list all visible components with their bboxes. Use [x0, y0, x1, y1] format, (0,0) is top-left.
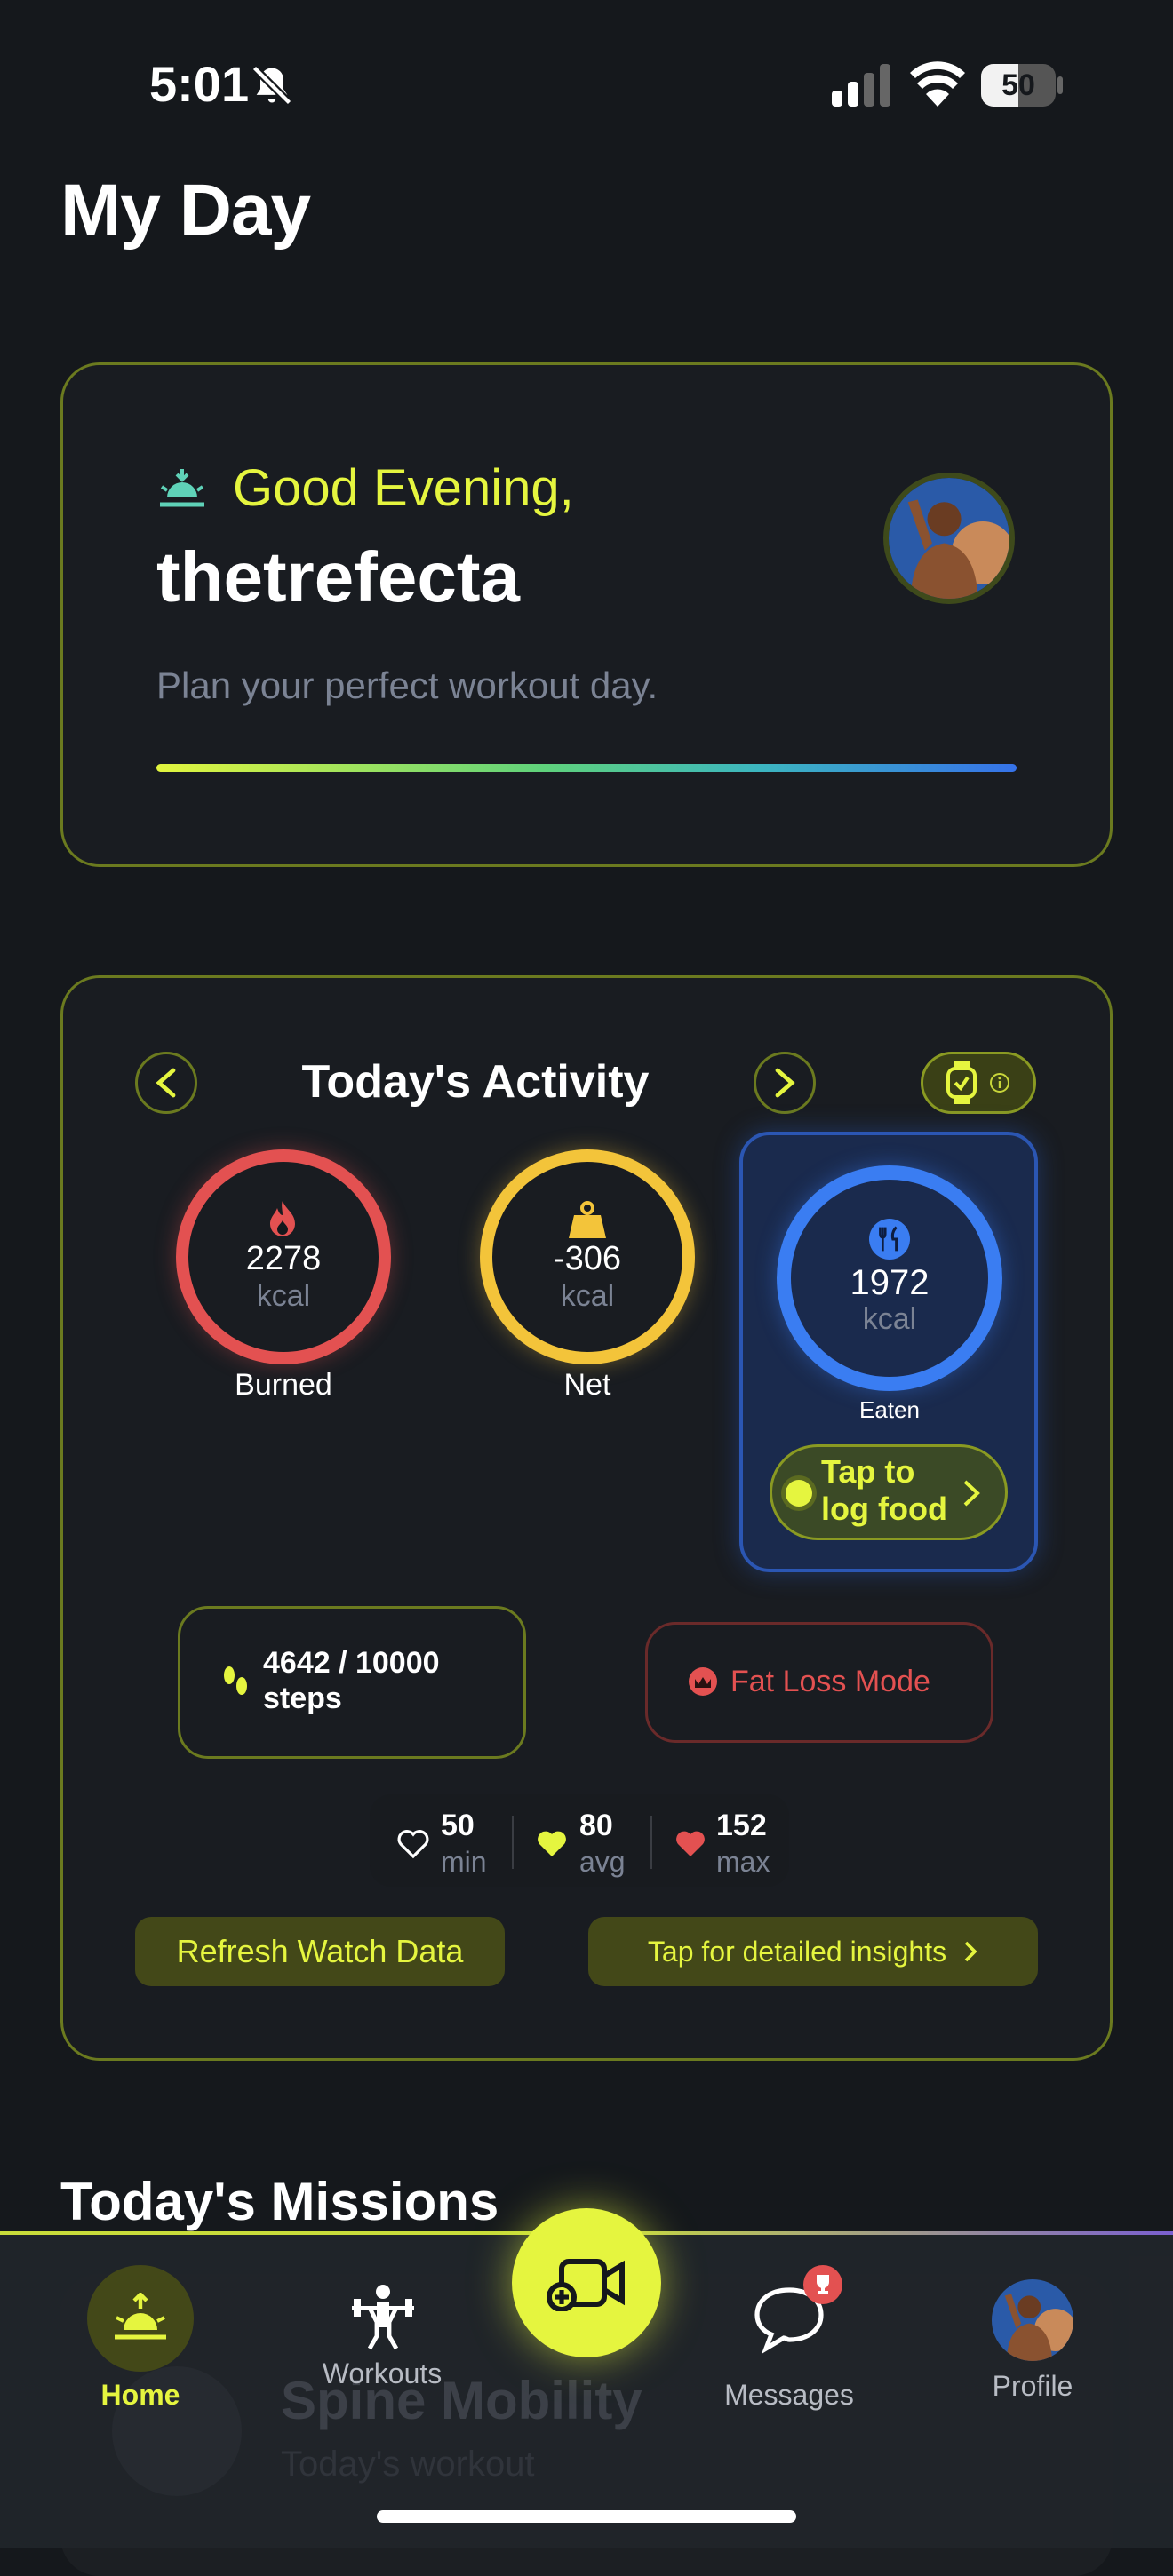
weightlifter-icon[interactable]	[348, 2283, 418, 2350]
avatar-image	[992, 2279, 1073, 2361]
trophy-icon	[817, 2275, 829, 2294]
previous-day-button[interactable]	[135, 1052, 197, 1114]
mission-subtitle: Today's workout	[281, 2445, 535, 2484]
battery-percent: 50	[1001, 68, 1035, 102]
insights-label: Tap for detailed insights	[647, 1935, 947, 1968]
missions-title: Today's Missions	[60, 2172, 499, 2231]
battery-indicator: 50	[981, 64, 1063, 107]
progress-gradient-bar	[156, 764, 1017, 772]
next-day-button[interactable]	[754, 1052, 816, 1114]
sunset-icon	[160, 469, 204, 507]
flame-icon	[270, 1201, 295, 1236]
refresh-label: Refresh Watch Data	[176, 1933, 464, 1969]
watch-icon	[946, 1061, 977, 1104]
activity-title: Today's Activity	[301, 1056, 650, 1108]
net-value: -306	[553, 1240, 622, 1277]
status-time: 5:01	[149, 56, 250, 112]
divider	[512, 1816, 514, 1869]
steps-label: 4642 / 10000 steps	[263, 1646, 440, 1715]
detailed-insights-button[interactable]: Tap for detailed insights	[588, 1917, 1038, 1986]
wifi-icon	[910, 61, 965, 107]
greeting-subtitle: Plan your perfect workout day.	[156, 664, 658, 706]
net-label: Net	[563, 1368, 611, 1402]
hr-avg-value: 80	[579, 1809, 613, 1842]
hr-max-value: 152	[716, 1809, 767, 1842]
eaten-value: 1972	[850, 1263, 930, 1302]
log-food-dot	[786, 1480, 812, 1507]
hr-min-value: 50	[441, 1809, 475, 1842]
home-indicator	[377, 2510, 796, 2523]
fat-loss-icon	[689, 1667, 717, 1696]
video-add-icon	[547, 2259, 625, 2311]
burned-value: 2278	[245, 1240, 322, 1277]
nav-profile-label[interactable]: Profile	[944, 2370, 1121, 2403]
info-icon	[990, 1073, 1009, 1093]
avatar[interactable]	[883, 473, 1015, 604]
nav-home-button[interactable]	[87, 2265, 194, 2372]
weight-icon	[569, 1201, 606, 1238]
watch-sync-button[interactable]	[921, 1052, 1036, 1114]
nav-profile-avatar[interactable]	[992, 2279, 1073, 2361]
refresh-watch-data-button[interactable]: Refresh Watch Data	[135, 1917, 505, 1986]
divider	[650, 1816, 652, 1869]
signal-icon	[832, 64, 890, 107]
heart-outline-icon	[397, 1830, 429, 1859]
trophy-badge	[803, 2265, 842, 2304]
log-food-label: Tap to log food	[821, 1453, 947, 1527]
eaten-unit: kcal	[862, 1302, 917, 1336]
bell-off-icon	[251, 65, 292, 106]
nav-workouts-label[interactable]: Workouts	[293, 2357, 471, 2390]
hr-min-unit: min	[441, 1846, 487, 1878]
hr-avg-unit: avg	[579, 1846, 626, 1878]
username: thetrefecta	[156, 537, 521, 616]
utensils-icon	[869, 1219, 910, 1260]
home-sunrise-icon	[115, 2293, 166, 2340]
chevron-right-icon	[963, 1480, 980, 1507]
burned-label: Burned	[235, 1368, 332, 1402]
fat-loss-label: Fat Loss Mode	[730, 1665, 930, 1698]
chevron-left-icon	[156, 1068, 176, 1098]
greeting-text: Good Evening,	[233, 459, 574, 517]
record-video-button[interactable]	[512, 2208, 661, 2357]
footsteps-icon	[224, 1666, 247, 1695]
nav-messages-label[interactable]: Messages	[700, 2379, 878, 2412]
net-unit: kcal	[560, 1279, 615, 1313]
hr-max-unit: max	[716, 1846, 770, 1878]
chevron-right-icon	[775, 1068, 795, 1098]
page-title: My Day	[60, 170, 311, 250]
heart-filled-icon	[676, 1831, 705, 1856]
eaten-label: Eaten	[859, 1396, 920, 1423]
burned-unit: kcal	[256, 1279, 311, 1313]
nav-home-label[interactable]: Home	[52, 2379, 229, 2412]
avatar-image	[889, 478, 1009, 599]
chevron-right-icon	[964, 1941, 978, 1962]
heart-filled-icon	[538, 1831, 566, 1856]
